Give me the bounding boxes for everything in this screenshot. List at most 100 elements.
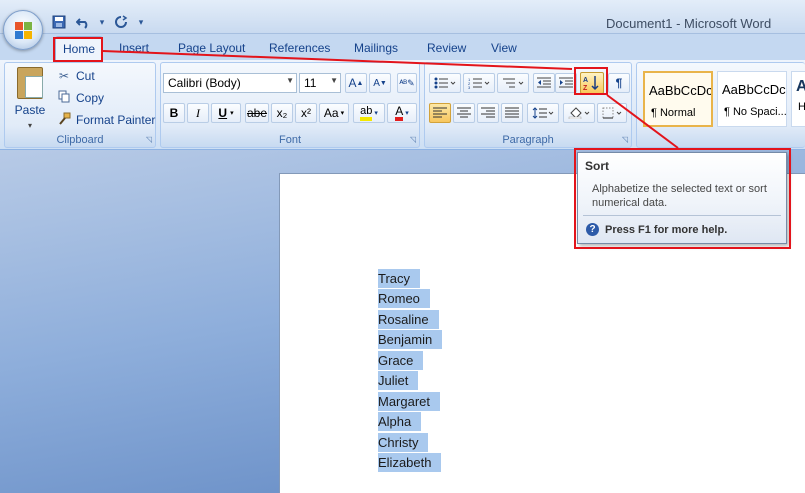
style-normal[interactable]: AaBbCcDc ¶ Normal [643, 71, 713, 127]
align-left-button[interactable] [429, 103, 451, 123]
font-family-combo[interactable]: Calibri (Body) ▼ [163, 73, 297, 93]
change-case-button[interactable]: Aa ▾ [319, 103, 349, 123]
decrease-indent-button[interactable] [533, 73, 555, 93]
align-center-button[interactable] [453, 103, 475, 123]
tab-page-layout[interactable]: Page Layout [178, 41, 245, 55]
tooltip-highlight [574, 148, 791, 249]
selected-text: Grace [378, 351, 424, 370]
style-normal-preview: AaBbCcDc [649, 83, 711, 98]
selected-text: Elizabeth [378, 453, 442, 472]
document-line[interactable]: Elizabeth [377, 453, 442, 473]
style-no-spacing-name: ¶ No Spaci... [724, 106, 786, 118]
align-left-icon [433, 107, 447, 118]
font-group-label: Font [278, 134, 301, 146]
tab-view[interactable]: View [491, 41, 517, 55]
font-size-combo[interactable]: 11 ▼ [299, 73, 341, 93]
selected-text: Juliet [378, 371, 419, 390]
highlighter-icon: ab [360, 105, 373, 121]
style-heading-1-preview: A [796, 78, 805, 95]
sort-button-highlight [574, 67, 608, 95]
undo-dropdown-icon[interactable]: ▾ [98, 13, 106, 31]
justify-icon [505, 107, 519, 118]
document-line[interactable]: Christy [377, 433, 429, 453]
decrease-indent-icon [537, 77, 551, 88]
paragraph-dialog-launcher-icon[interactable]: ◹ [622, 135, 628, 144]
clipboard-dialog-launcher-icon[interactable]: ◹ [146, 135, 152, 144]
show-hide-marks-button[interactable]: ¶ [608, 73, 630, 93]
line-spacing-button[interactable] [527, 103, 559, 123]
paste-dropdown-icon[interactable]: ▾ [28, 121, 32, 130]
quick-access-toolbar: ▾ ▾ [50, 12, 146, 32]
paste-label: Paste [14, 103, 46, 117]
paintbrush-icon [57, 112, 71, 128]
selected-text: Margaret [378, 392, 441, 411]
undo-icon[interactable] [74, 13, 92, 31]
selected-text: Benjamin [378, 330, 443, 349]
font-family-dropdown-icon[interactable]: ▼ [286, 76, 294, 85]
underline-button[interactable]: U ▾ [211, 103, 241, 123]
underline-icon: U [218, 106, 228, 120]
tab-references[interactable]: References [269, 41, 330, 55]
font-color-button[interactable]: A ▾ [387, 103, 417, 123]
font-dialog-launcher-icon[interactable]: ◹ [410, 135, 416, 144]
justify-button[interactable] [501, 103, 523, 123]
document-line[interactable]: Juliet [377, 371, 419, 391]
tab-insert[interactable]: Insert [119, 41, 149, 55]
numbering-button[interactable]: 123 [463, 73, 495, 93]
change-case-icon: Aa [323, 106, 339, 120]
style-no-spacing[interactable]: AaBbCcDc ¶ No Spaci... [717, 71, 787, 127]
paint-bucket-icon [568, 107, 590, 119]
cut-button[interactable]: ✂ Cut [57, 67, 95, 85]
home-tab-highlight [53, 37, 103, 62]
scissors-icon: ✂ [58, 69, 70, 83]
selected-text: Romeo [378, 289, 430, 308]
increase-indent-icon [559, 77, 573, 88]
styles-group: AaBbCcDc ¶ Normal AaBbCcDc ¶ No Spaci...… [636, 62, 805, 148]
clear-formatting-button[interactable]: ᴬᴮ✎ [397, 73, 417, 93]
document-line[interactable]: Rosaline [377, 310, 440, 330]
document-line[interactable]: Grace [377, 351, 424, 371]
copy-button[interactable]: Copy [57, 89, 104, 107]
subscript-button[interactable]: x₂ [271, 103, 293, 123]
bullets-button[interactable] [429, 73, 461, 93]
copy-label: Copy [76, 91, 105, 105]
bold-button[interactable]: B [163, 103, 185, 123]
shrink-font-button[interactable]: A ▼ [369, 73, 391, 93]
align-right-button[interactable] [477, 103, 499, 123]
document-line[interactable]: Margaret [377, 392, 441, 412]
format-painter-button[interactable]: Format Painter [57, 111, 155, 129]
font-size-value: 11 [304, 76, 317, 90]
document-line[interactable]: Tracy [377, 269, 421, 289]
grow-font-button[interactable]: A ▲ [345, 73, 367, 93]
highlight-button[interactable]: ab ▾ [353, 103, 385, 123]
font-color-icon: A [395, 105, 404, 121]
shrink-font-icon: A [373, 77, 380, 89]
document-line[interactable]: Alpha [377, 412, 422, 432]
document-line[interactable]: Romeo [377, 289, 431, 309]
style-no-spacing-preview: AaBbCcDc [722, 82, 786, 97]
customize-qat-icon[interactable]: ▾ [136, 13, 146, 31]
ribbon-tabs: Home Insert Page Layout References Maili… [0, 34, 805, 60]
numbering-icon: 123 [468, 77, 490, 89]
selected-text: Christy [378, 433, 429, 452]
align-center-icon [457, 107, 471, 118]
borders-button[interactable] [597, 103, 627, 123]
office-logo-icon [15, 22, 33, 40]
shading-button[interactable] [563, 103, 595, 123]
superscript-button[interactable]: x² [295, 103, 317, 123]
document-line[interactable]: Benjamin [377, 330, 443, 350]
italic-button[interactable]: I [187, 103, 209, 123]
office-button[interactable] [3, 10, 43, 50]
clipboard-group: Paste ▾ ✂ Cut Copy Format Painter Clipbo… [4, 62, 156, 148]
tab-review[interactable]: Review [427, 41, 466, 55]
style-heading-1[interactable]: A H [791, 71, 805, 127]
redo-icon[interactable] [112, 13, 130, 31]
tab-mailings[interactable]: Mailings [354, 41, 398, 55]
strikethrough-button[interactable]: abe [245, 103, 269, 123]
font-size-dropdown-icon[interactable]: ▼ [330, 76, 338, 85]
multilevel-list-button[interactable] [497, 73, 529, 93]
save-icon[interactable] [50, 13, 68, 31]
selected-text: Alpha [378, 412, 422, 431]
paste-button[interactable]: Paste ▾ [11, 67, 49, 130]
borders-icon [602, 107, 622, 119]
